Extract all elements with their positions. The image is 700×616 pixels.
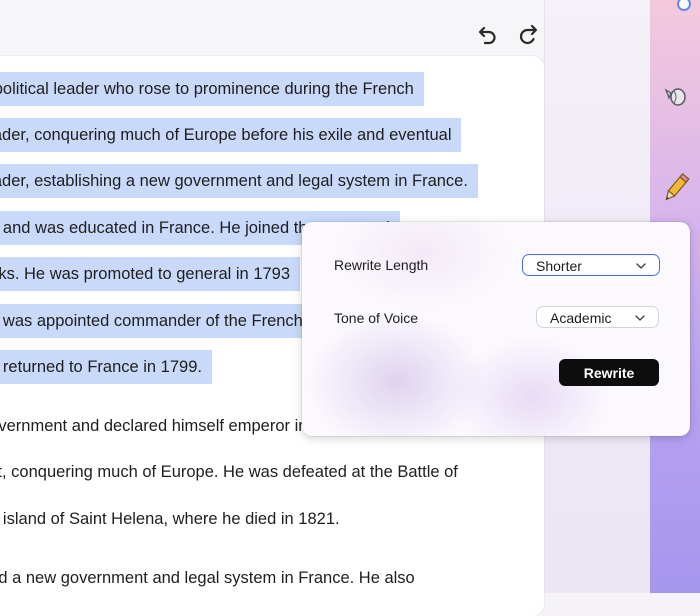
rewrite-button[interactable]: Rewrite	[559, 359, 659, 386]
document-line[interactable]: nd returned to France in 1799.	[0, 350, 212, 384]
document-line[interactable]: est, conquering much of Europe. He was d…	[0, 455, 468, 489]
redo-icon[interactable]	[516, 22, 540, 46]
document-line[interactable]: anks. He was promoted to general in 1793	[0, 257, 301, 291]
document-line[interactable]: leader, establishing a new government an…	[0, 164, 478, 198]
tone-of-voice-value: Academic	[550, 310, 612, 326]
seashell-icon[interactable]	[658, 78, 694, 114]
tone-of-voice-select[interactable]: Academic	[536, 306, 659, 328]
rewrite-length-label: Rewrite Length	[334, 257, 429, 273]
document-line[interactable]: leader, conquering much of Europe before…	[0, 118, 462, 152]
document-line[interactable]: d political leader who rose to prominenc…	[0, 72, 424, 106]
rewrite-length-select[interactable]: Shorter	[522, 254, 660, 276]
rewrite-panel: Rewrite Length Shorter Tone of Voice Aca…	[302, 222, 690, 436]
chevron-down-icon	[635, 315, 645, 321]
document-line[interactable]: he was appointed commander of the French…	[0, 304, 355, 338]
undo-icon[interactable]	[476, 22, 500, 46]
chevron-down-icon	[636, 263, 646, 269]
pencil-icon[interactable]	[658, 170, 694, 206]
rewrite-length-value: Shorter	[536, 258, 582, 274]
document-line[interactable]: he island of Saint Helena, where he died…	[0, 502, 350, 536]
editor-toolbar	[0, 0, 548, 58]
tone-of-voice-label: Tone of Voice	[334, 310, 419, 326]
document-line[interactable]: ned a new government and legal system in…	[0, 561, 425, 595]
